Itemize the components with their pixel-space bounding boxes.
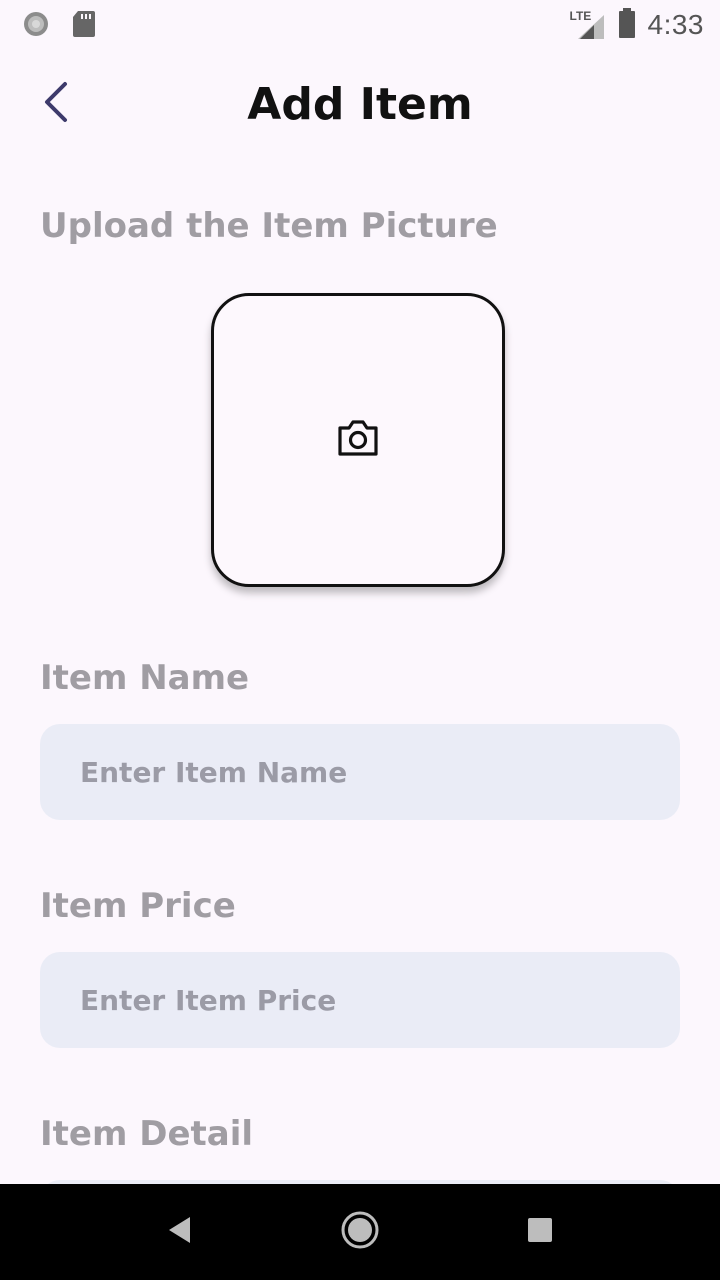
item-name-label: Item Name bbox=[40, 658, 250, 698]
nav-home-button[interactable] bbox=[330, 1202, 390, 1262]
home-circle-icon bbox=[340, 1210, 380, 1254]
system-nav-bar bbox=[0, 1184, 720, 1280]
page-title: Add Item bbox=[247, 79, 473, 130]
back-triangle-icon bbox=[166, 1215, 194, 1249]
camera-icon bbox=[336, 418, 380, 462]
chevron-left-icon bbox=[41, 81, 71, 127]
add-item-screen: LTE 4:33 Add Item Upload the Item Pictur… bbox=[0, 0, 720, 1280]
item-detail-label: Item Detail bbox=[40, 1114, 254, 1154]
sd-card-icon bbox=[72, 10, 96, 42]
recents-square-icon bbox=[526, 1216, 554, 1248]
upload-picture-button[interactable] bbox=[211, 293, 505, 587]
battery-icon bbox=[618, 8, 636, 42]
status-right-icons: LTE 4:33 bbox=[570, 8, 705, 42]
back-button[interactable] bbox=[30, 78, 82, 130]
status-time: 4:33 bbox=[647, 9, 704, 40]
nav-back-button[interactable] bbox=[150, 1202, 210, 1262]
item-name-input[interactable] bbox=[40, 724, 680, 820]
upload-picture-label: Upload the Item Picture bbox=[40, 206, 498, 246]
status-left-icons bbox=[22, 10, 96, 42]
nav-recents-button[interactable] bbox=[510, 1202, 570, 1262]
item-price-input[interactable] bbox=[40, 952, 680, 1048]
item-price-label: Item Price bbox=[40, 886, 236, 926]
status-bar: LTE 4:33 bbox=[0, 0, 720, 48]
signal-icon: LTE bbox=[570, 9, 606, 41]
loading-icon bbox=[22, 10, 50, 42]
